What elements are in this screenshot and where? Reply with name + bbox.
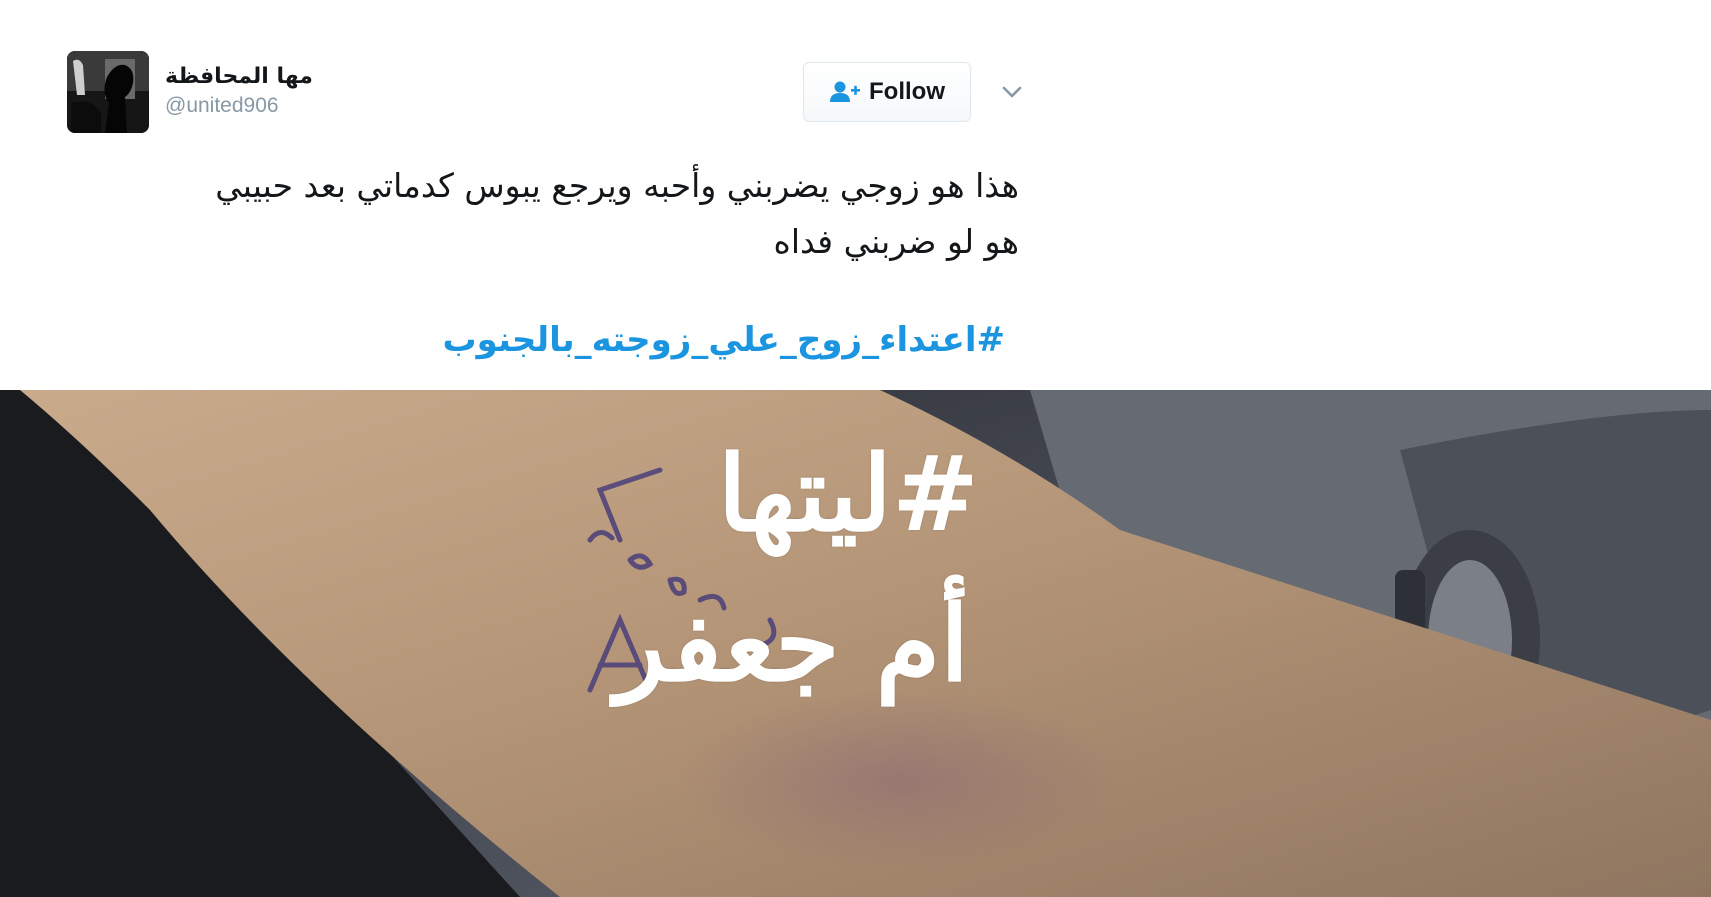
tweet-photo[interactable]: #ليتها أم جعفر [0, 390, 1711, 897]
display-name[interactable]: مها المحافظة [165, 62, 313, 92]
chevron-down-icon[interactable] [998, 78, 1026, 106]
author-block[interactable]: مها المحافظة @united906 [165, 62, 313, 118]
avatar[interactable] [67, 51, 149, 133]
photo-image [0, 390, 1711, 897]
add-user-icon [829, 80, 861, 104]
follow-label: Follow [869, 78, 945, 105]
tweet-text: هذا هو زوجي يضربني وأحبه ويرجع يبوس كدما… [79, 158, 1019, 270]
follow-button[interactable]: Follow [803, 62, 971, 122]
tweet-text-line: هذا هو زوجي يضربني وأحبه ويرجع يبوس كدما… [215, 166, 1019, 205]
user-handle[interactable]: @united906 [165, 94, 313, 118]
hashtag-link[interactable]: #اعتداء_زوج_علي_زوجته_بالجنوب [442, 320, 1005, 360]
tweet-page: مها المحافظة @united906 Follow هذا هو زو… [0, 0, 1711, 897]
tweet-text-line: هو لو ضربني فداه [773, 222, 1019, 261]
avatar-image [67, 51, 149, 133]
